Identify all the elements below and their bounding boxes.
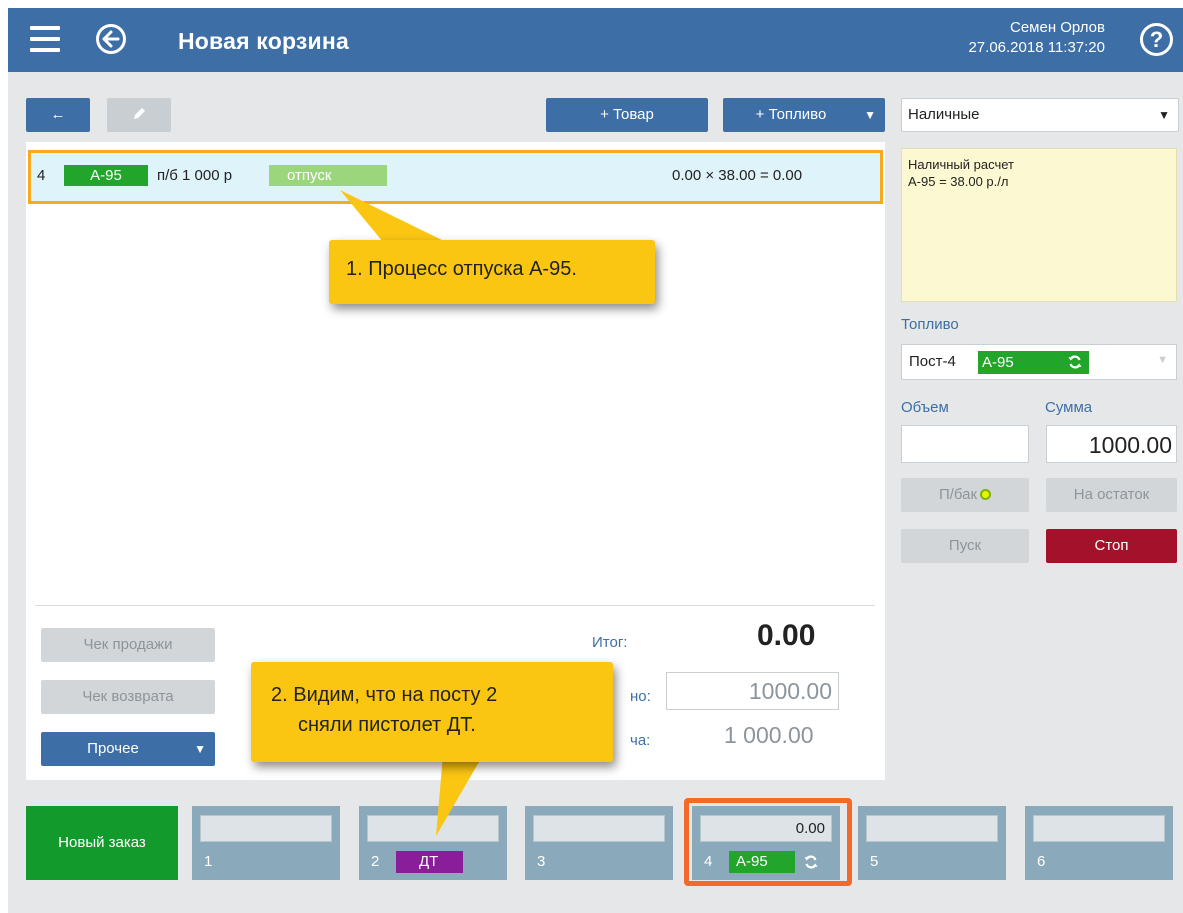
payment-note-line2: А-95 = 38.00 р./л	[908, 174, 1009, 189]
paid-value: 1000.00	[748, 678, 832, 704]
chevron-down-icon: ▼	[864, 108, 876, 122]
change-label: ча:	[630, 732, 651, 749]
volume-label: Объем	[901, 399, 949, 416]
total-label: Итог:	[592, 634, 628, 651]
callout-2-line1: 2. Видим, что на посту 2	[271, 684, 498, 706]
payment-method-select[interactable]: Наличные ▼	[901, 98, 1179, 132]
full-tank-label: П/бак	[938, 486, 978, 503]
add-goods-button[interactable]: + Товар	[546, 98, 708, 132]
pump-display	[200, 815, 332, 842]
remainder-button[interactable]: На остаток	[1046, 478, 1177, 512]
sale-receipt-button[interactable]: Чек продажи	[41, 628, 215, 662]
user-info: Семен Орлов 27.06.2018 11:37:20	[968, 18, 1105, 58]
callout-2: 2. Видим, что на посту 2 сняли пистолет …	[251, 662, 613, 762]
paid-input[interactable]: 1000.00	[666, 672, 839, 710]
payment-note: Наличный расчет А-95 = 38.00 р./л	[901, 148, 1177, 302]
fuel-post-select[interactable]: Пост-4 А-95 ▼	[901, 344, 1177, 380]
pump-number: 5	[870, 853, 879, 870]
stop-button[interactable]: Стоп	[1046, 529, 1177, 563]
line-description: п/б 1 000 р	[157, 167, 233, 184]
fuel-name: А-95	[982, 354, 1014, 371]
line-calculation: 0.00 × 38.00 = 0.00	[672, 167, 803, 184]
start-button[interactable]: Пуск	[901, 529, 1029, 563]
pump-tile-5[interactable]: 5	[858, 806, 1006, 880]
edit-button[interactable]	[107, 98, 171, 132]
pump-display	[1033, 815, 1165, 842]
sum-input[interactable]: 1000.00	[1046, 425, 1177, 463]
fuel-section-label: Топливо	[901, 316, 959, 333]
callout-2-line2: сняли пистолет ДТ.	[298, 714, 476, 736]
chevron-down-icon: ▼	[194, 742, 206, 756]
post-label: Пост-4	[909, 353, 956, 370]
pump-number: 6	[1037, 853, 1046, 870]
full-tank-button[interactable]: П/бак	[901, 478, 1029, 512]
add-fuel-label: + Топливо	[755, 106, 827, 123]
fuel-tag: А-95	[978, 351, 1089, 374]
user-name: Семен Орлов	[1009, 19, 1105, 36]
app-window: Новая корзина Семен Орлов 27.06.2018 11:…	[8, 8, 1183, 913]
paid-label: но:	[630, 688, 651, 705]
fuel-tag: А-95	[64, 165, 148, 186]
pump-number: 1	[204, 853, 213, 870]
back-button[interactable]: ←	[26, 98, 90, 132]
pump-number: 2	[371, 853, 380, 870]
active-pump-highlight	[684, 798, 852, 886]
sum-value: 1000.00	[1088, 432, 1172, 458]
total-value: 0.00	[757, 619, 816, 652]
pump-display	[866, 815, 998, 842]
order-line[interactable]: 4 А-95 п/б 1 000 р отпуск 0.00 × 38.00 =…	[28, 150, 883, 204]
line-number: 4	[37, 167, 46, 184]
chevron-down-icon: ▼	[1157, 354, 1168, 366]
chevron-down-icon: ▼	[1158, 108, 1170, 122]
refresh-icon	[1068, 355, 1082, 369]
fuel-tag: ДТ	[396, 851, 463, 873]
other-button[interactable]: Прочее ▼	[41, 732, 215, 766]
header-bar: Новая корзина Семен Орлов 27.06.2018 11:…	[8, 8, 1183, 72]
page-title: Новая корзина	[178, 28, 349, 54]
divider	[35, 605, 875, 606]
help-icon[interactable]: ?	[1140, 23, 1173, 56]
pump-tile-6[interactable]: 6	[1025, 806, 1173, 880]
return-receipt-button[interactable]: Чек возврата	[41, 680, 215, 714]
other-label: Прочее	[87, 740, 139, 757]
indicator-lamp-icon	[980, 489, 992, 500]
datetime: 27.06.2018 11:37:20	[968, 39, 1105, 56]
payment-note-line1: Наличный расчет	[908, 157, 1014, 172]
pump-display	[533, 815, 665, 842]
volume-input[interactable]	[901, 425, 1029, 463]
back-icon[interactable]	[96, 24, 126, 54]
new-order-button[interactable]: Новый заказ	[26, 806, 178, 880]
add-fuel-button[interactable]: + Топливо ▼	[723, 98, 885, 132]
payment-method-value: Наличные	[908, 106, 980, 123]
pencil-icon	[134, 108, 145, 119]
menu-icon[interactable]	[30, 26, 60, 52]
callout-1: 1. Процесс отпуска А-95.	[329, 240, 655, 304]
pump-tile-1[interactable]: 1	[192, 806, 340, 880]
pump-tile-3[interactable]: 3	[525, 806, 673, 880]
status-badge: отпуск	[269, 165, 387, 186]
change-value: 1 000.00	[724, 722, 814, 748]
sum-label: Сумма	[1045, 399, 1093, 416]
pump-number: 3	[537, 853, 546, 870]
